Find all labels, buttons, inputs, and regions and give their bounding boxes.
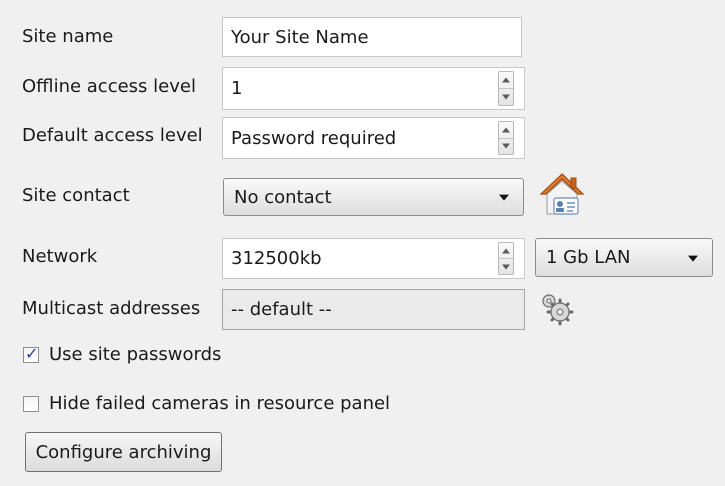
hide-failed-cameras-label[interactable]: Hide failed cameras in resource panel: [49, 392, 390, 416]
multicast-addresses-label: Multicast addresses: [22, 298, 201, 319]
chevron-down-icon: [499, 194, 509, 201]
network-bandwidth-value: 312500kb: [231, 248, 322, 269]
spin-down-icon[interactable]: [499, 258, 513, 274]
multicast-addresses-field: -- default --: [222, 289, 525, 330]
spin-up-icon[interactable]: [499, 72, 513, 88]
site-name-label: Site name: [22, 26, 114, 47]
chevron-down-icon: [688, 255, 698, 262]
site-contact-label: Site contact: [22, 185, 130, 206]
house-contact-icon[interactable]: [538, 170, 586, 218]
site-name-input[interactable]: Your Site Name: [222, 17, 522, 57]
default-access-level-label: Default access level: [22, 125, 203, 146]
checkmark-icon: ✓: [25, 344, 39, 363]
site-contact-value: No contact: [234, 186, 332, 208]
gear-icon[interactable]: [538, 290, 574, 326]
default-access-level-value: Password required: [231, 127, 397, 149]
configure-archiving-button[interactable]: Configure archiving: [25, 432, 222, 472]
site-name-value: Your Site Name: [231, 26, 369, 48]
multicast-addresses-value: -- default --: [231, 299, 332, 320]
site-contact-dropdown[interactable]: No contact: [223, 178, 524, 216]
spin-down-icon[interactable]: [499, 137, 513, 155]
network-label: Network: [22, 246, 98, 267]
offline-access-level-spinner[interactable]: [498, 71, 514, 106]
hide-failed-cameras-checkbox[interactable]: [23, 396, 39, 412]
default-access-level-spinner[interactable]: [498, 121, 514, 155]
offline-access-level-label: Offline access level: [22, 76, 196, 97]
network-type-dropdown[interactable]: 1 Gb LAN: [535, 238, 713, 277]
default-access-level-spinbox[interactable]: Password required: [222, 117, 525, 159]
network-type-value: 1 Gb LAN: [546, 247, 631, 268]
use-site-passwords-checkbox[interactable]: ✓: [23, 344, 39, 363]
spin-up-icon[interactable]: [499, 122, 513, 138]
network-bandwidth-spinbox[interactable]: 312500kb: [222, 238, 525, 279]
use-site-passwords-label[interactable]: Use site passwords: [49, 343, 221, 367]
spin-up-icon[interactable]: [499, 243, 513, 258]
spin-down-icon[interactable]: [499, 88, 513, 105]
network-bandwidth-spinner[interactable]: [498, 242, 514, 275]
offline-access-level-value: 1: [231, 78, 243, 99]
offline-access-level-spinbox[interactable]: 1: [222, 67, 525, 110]
